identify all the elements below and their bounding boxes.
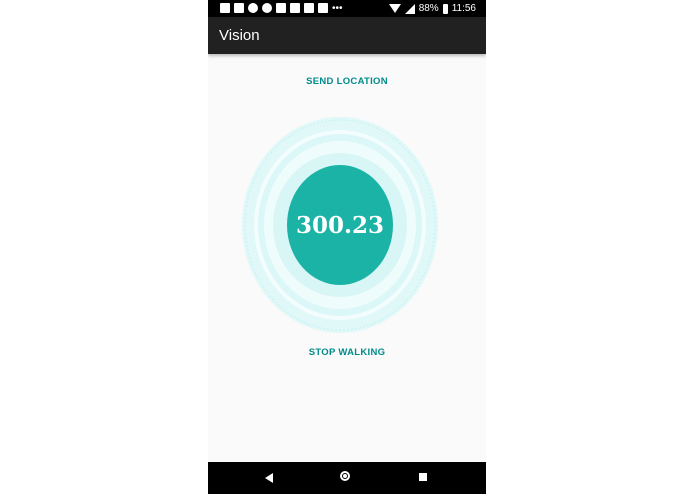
- distance-counter: 300.23: [295, 211, 385, 239]
- navigation-bar: [208, 462, 486, 494]
- dropbox-icon: [290, 3, 300, 13]
- recents-icon[interactable]: [419, 473, 427, 481]
- back-icon[interactable]: [265, 473, 273, 483]
- phone-screen: ••• 88% 11:56 Vision SEND LOCATION 300.2…: [208, 0, 486, 494]
- message-icon: [318, 3, 328, 13]
- pinterest-icon: [262, 3, 272, 13]
- battery-icon: [442, 3, 448, 14]
- clock: 11:56: [451, 3, 476, 14]
- pulse-indicator: 300.23: [240, 115, 440, 335]
- notification-icons: •••: [220, 3, 343, 14]
- stop-walking-button[interactable]: STOP WALKING: [208, 347, 486, 358]
- status-right: 88% 11:56: [388, 2, 476, 15]
- gmail-icon: [304, 3, 314, 13]
- home-icon-center: [343, 474, 347, 478]
- status-bar: ••• 88% 11:56: [208, 0, 486, 17]
- more-icon: •••: [332, 3, 343, 14]
- facebook-icon: [220, 3, 230, 13]
- signal-icon: [404, 3, 415, 14]
- gmail-icon: [276, 3, 286, 13]
- send-location-button[interactable]: SEND LOCATION: [208, 76, 486, 87]
- whatsapp-icon: [248, 3, 258, 13]
- facebook-icon: [234, 3, 244, 13]
- app-title: Vision: [219, 27, 260, 44]
- wifi-icon: [388, 4, 401, 13]
- app-bar: Vision: [208, 17, 486, 54]
- battery-percent: 88%: [418, 3, 439, 14]
